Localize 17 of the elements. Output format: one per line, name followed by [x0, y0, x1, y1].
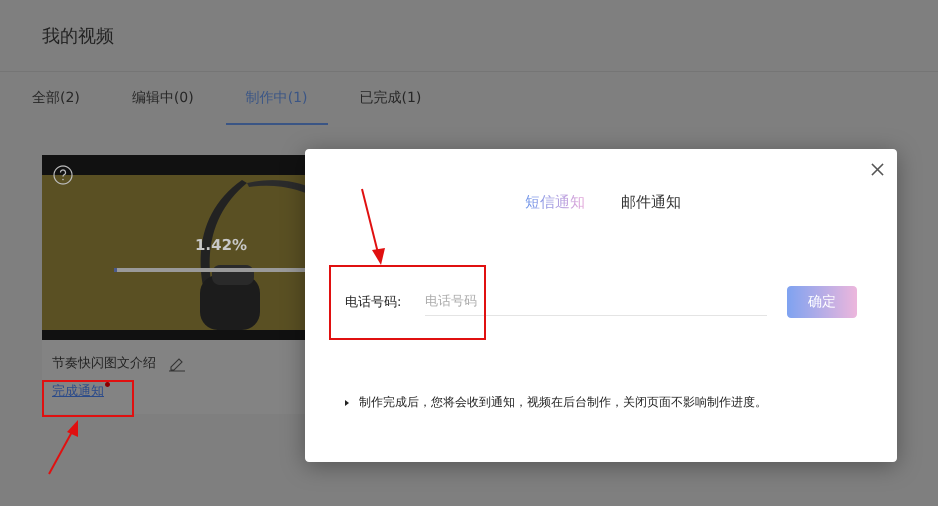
- notify-link[interactable]: 完成通知: [52, 382, 104, 400]
- tab[interactable]: 已完成(1): [340, 72, 442, 125]
- dialog-tab[interactable]: 邮件通知: [621, 193, 681, 212]
- arrow-icon: [47, 418, 81, 476]
- close-icon[interactable]: [871, 163, 884, 176]
- page-title: 我的视频: [42, 24, 114, 48]
- tab[interactable]: 全部(2): [12, 72, 100, 125]
- arrow-icon: [360, 187, 386, 267]
- help-icon[interactable]: [53, 165, 73, 185]
- confirm-button[interactable]: 确定: [787, 286, 857, 318]
- dialog-tab[interactable]: 短信通知: [525, 193, 585, 212]
- field-label: 电话号码:: [345, 294, 402, 311]
- video-title: 节奏快闪图文介绍: [52, 355, 156, 372]
- note-text: 制作完成后，您将会收到通知，视频在后台制作，关闭页面不影响制作进度。: [359, 394, 767, 411]
- tab[interactable]: 编辑中(0): [112, 72, 214, 125]
- progress-text: 1.42%: [195, 236, 248, 254]
- bullet-icon: [345, 400, 349, 406]
